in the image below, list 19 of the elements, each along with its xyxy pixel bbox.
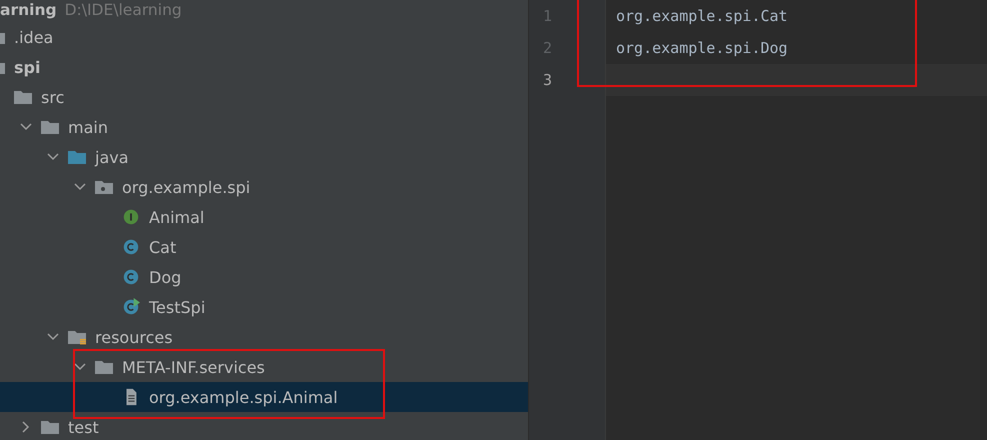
tree-item[interactable]: Animal	[0, 202, 528, 232]
tree-item[interactable]: spi	[0, 52, 528, 82]
tree-item[interactable]: main	[0, 112, 528, 142]
tree-item[interactable]: org.example.spi	[0, 172, 528, 202]
tree-item[interactable]: META-INF.services	[0, 352, 528, 382]
tree-item[interactable]: test	[0, 412, 528, 440]
tree-item[interactable]: Dog	[0, 262, 528, 292]
tree-item[interactable]: java	[0, 142, 528, 172]
code-line: org.example.spi.Dog	[616, 39, 788, 57]
code-line: org.example.spi.Cat	[616, 7, 788, 25]
project-path: D:\IDE\learning	[64, 1, 182, 19]
tree-item[interactable]: TestSpi	[0, 292, 528, 322]
tree-item[interactable]: resources	[0, 322, 528, 352]
tree-item[interactable]: .idea	[0, 22, 528, 52]
project-name: arning	[0, 1, 57, 19]
tree-item[interactable]: src	[0, 82, 528, 112]
line-number: 3	[543, 71, 552, 89]
tree-item[interactable]: Cat	[0, 232, 528, 262]
tree-item[interactable]: org.example.spi.Animal	[0, 382, 528, 412]
